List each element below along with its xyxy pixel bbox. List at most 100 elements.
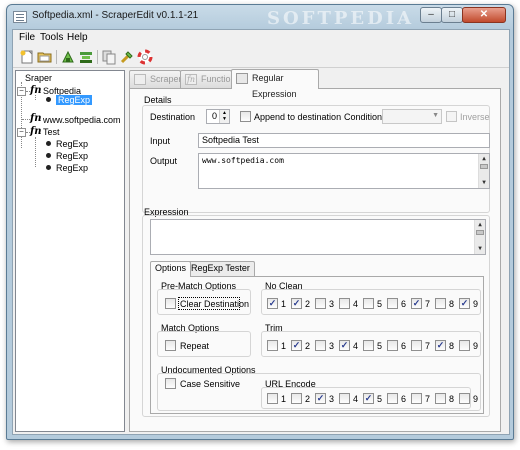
tree-item-test[interactable]: Test (43, 127, 60, 137)
tab-regex-label: Regular Expression (252, 73, 297, 99)
subtab-options[interactable]: Options (150, 261, 192, 277)
urlencode-checkbox-5[interactable]: ✓ (363, 393, 374, 404)
repeat-checkbox[interactable] (165, 340, 176, 351)
collapse-icon[interactable]: − (17, 87, 26, 96)
case-sensitive-checkbox[interactable] (165, 378, 176, 389)
options-tabs: Options RegExp Tester Pre-Match Options … (150, 261, 488, 419)
condition-dropdown[interactable]: ▼ (382, 109, 442, 124)
noclean-checkbox-2[interactable]: ✓ (291, 298, 302, 309)
noclean-checkbox-8[interactable] (435, 298, 446, 309)
scroll-down-icon[interactable]: ▼ (479, 178, 489, 188)
urlencode-checkbox-9[interactable] (459, 393, 470, 404)
expression-field[interactable]: ▲ ▼ (150, 219, 486, 255)
tree-item-url[interactable]: www.softpedia.com (43, 115, 121, 125)
options-panel: Pre-Match Options Clear Destination No C… (150, 276, 484, 414)
app-window: Softpedia.xml - ScraperEdit v0.1.1-21 SO… (6, 4, 514, 440)
trim-checkbox-4[interactable]: ✓ (339, 340, 350, 351)
urlencode-checkbox-7[interactable] (411, 393, 422, 404)
urlencode-label-1: 1 (281, 394, 287, 404)
tab-scraper[interactable]: Scraper (129, 70, 182, 88)
urlencode-checkbox-4[interactable] (339, 393, 350, 404)
open-folder-icon[interactable] (37, 49, 53, 65)
case-sensitive-label: Case Sensitive (180, 379, 241, 389)
noclean-checkbox-3[interactable] (315, 298, 326, 309)
menu-tools[interactable]: Tools (40, 32, 63, 43)
tree-item-regexp-selected[interactable]: RegExp (56, 95, 93, 105)
noclean-label-1: 1 (281, 299, 287, 309)
regexp-bullet-icon (46, 141, 51, 146)
help-lifebuoy-icon[interactable] (137, 49, 153, 65)
scraper-icon-1[interactable] (60, 49, 76, 65)
noclean-checkbox-6[interactable] (387, 298, 398, 309)
scraper-tree[interactable]: Sraper − fn Softpedia RegExp fn www.soft… (15, 70, 125, 432)
trim-checkbox-2[interactable]: ✓ (291, 340, 302, 351)
close-button[interactable]: ✕ (462, 7, 506, 23)
run-icon[interactable] (119, 49, 135, 65)
noclean-checkbox-1[interactable]: ✓ (267, 298, 278, 309)
trim-checkbox-8[interactable]: ✓ (435, 340, 446, 351)
scroll-thumb[interactable] (476, 230, 484, 235)
tree-item-regexp[interactable]: RegExp (56, 163, 88, 173)
title-bar[interactable]: Softpedia.xml - ScraperEdit v0.1.1-21 SO… (7, 5, 513, 29)
output-scrollbar[interactable]: ▲ ▼ (478, 154, 489, 188)
copy-icon[interactable] (101, 49, 117, 65)
input-field[interactable]: Softpedia Test (198, 133, 490, 148)
scroll-thumb[interactable] (480, 164, 488, 169)
trim-checkbox-5[interactable] (363, 340, 374, 351)
tree-item-regexp[interactable]: RegExp (56, 151, 88, 161)
urlencode-label-8: 8 (449, 394, 455, 404)
inverse-checkbox[interactable] (446, 111, 457, 122)
scraper-icon-2[interactable] (78, 49, 94, 65)
expression-scrollbar[interactable]: ▲ ▼ (474, 220, 485, 254)
append-to-destination-label: Append to destination (254, 112, 342, 122)
noclean-checkbox-7[interactable]: ✓ (411, 298, 422, 309)
client-area: File Tools Help Sraper − fn Softpedia Re… (12, 29, 510, 435)
urlencode-checkbox-6[interactable] (387, 393, 398, 404)
condition-label: Condition (344, 112, 383, 122)
urlencode-checkbox-1[interactable] (267, 393, 278, 404)
scroll-up-icon[interactable]: ▲ (479, 154, 489, 164)
output-value: www.softpedia.com (202, 156, 284, 165)
urlencode-checkbox-2[interactable] (291, 393, 302, 404)
collapse-icon[interactable]: − (17, 128, 26, 137)
tree-root[interactable]: Sraper (25, 73, 52, 83)
output-field[interactable]: www.softpedia.com ▲ ▼ (198, 153, 490, 189)
menu-help[interactable]: Help (67, 32, 88, 43)
noclean-checkbox-4[interactable] (339, 298, 350, 309)
tab-regular-expression[interactable]: Regular Expression (231, 69, 319, 99)
spin-arrows-icon[interactable]: ▲ ▼ (219, 110, 229, 123)
append-to-destination-checkbox[interactable] (240, 111, 251, 122)
trim-label-5: 5 (377, 341, 383, 351)
trim-checkbox-9[interactable] (459, 340, 470, 351)
trim-label-4: 4 (353, 341, 359, 351)
trim-checkbox-6[interactable] (387, 340, 398, 351)
destination-label: Destination (150, 112, 196, 122)
tree-connector (35, 137, 36, 167)
minimize-button[interactable]: – (420, 7, 442, 23)
tab-function[interactable]: fn Function (180, 70, 236, 88)
editor-pane: Scraper fn Function Regular Expression D… (129, 69, 507, 432)
inverse-label: Inverse (460, 112, 490, 122)
trim-checkbox-3[interactable] (315, 340, 326, 351)
maximize-button[interactable]: □ (441, 7, 463, 23)
urlencode-label-6: 6 (401, 394, 407, 404)
trim-checkbox-7[interactable] (411, 340, 422, 351)
subtab-regexp-tester[interactable]: RegExp Tester (186, 261, 255, 276)
trim-label-6: 6 (401, 341, 407, 351)
trim-checkbox-1[interactable] (267, 340, 278, 351)
trim-label-7: 7 (425, 341, 431, 351)
scroll-down-icon[interactable]: ▼ (475, 244, 485, 254)
noclean-checkbox-5[interactable] (363, 298, 374, 309)
noclean-label-7: 7 (425, 299, 431, 309)
urlencode-checkbox-8[interactable] (435, 393, 446, 404)
tree-item-regexp[interactable]: RegExp (56, 139, 88, 149)
urlencode-checkbox-3[interactable]: ✓ (315, 393, 326, 404)
scroll-up-icon[interactable]: ▲ (475, 220, 485, 230)
destination-spinner[interactable]: 0 ▲ ▼ (206, 109, 230, 124)
noclean-label-3: 3 (329, 299, 335, 309)
urlencode-label-2: 2 (305, 394, 311, 404)
clear-destination-checkbox[interactable] (165, 298, 176, 309)
new-file-icon[interactable] (19, 49, 35, 65)
noclean-checkbox-9[interactable]: ✓ (459, 298, 470, 309)
menu-file[interactable]: File (19, 32, 35, 43)
